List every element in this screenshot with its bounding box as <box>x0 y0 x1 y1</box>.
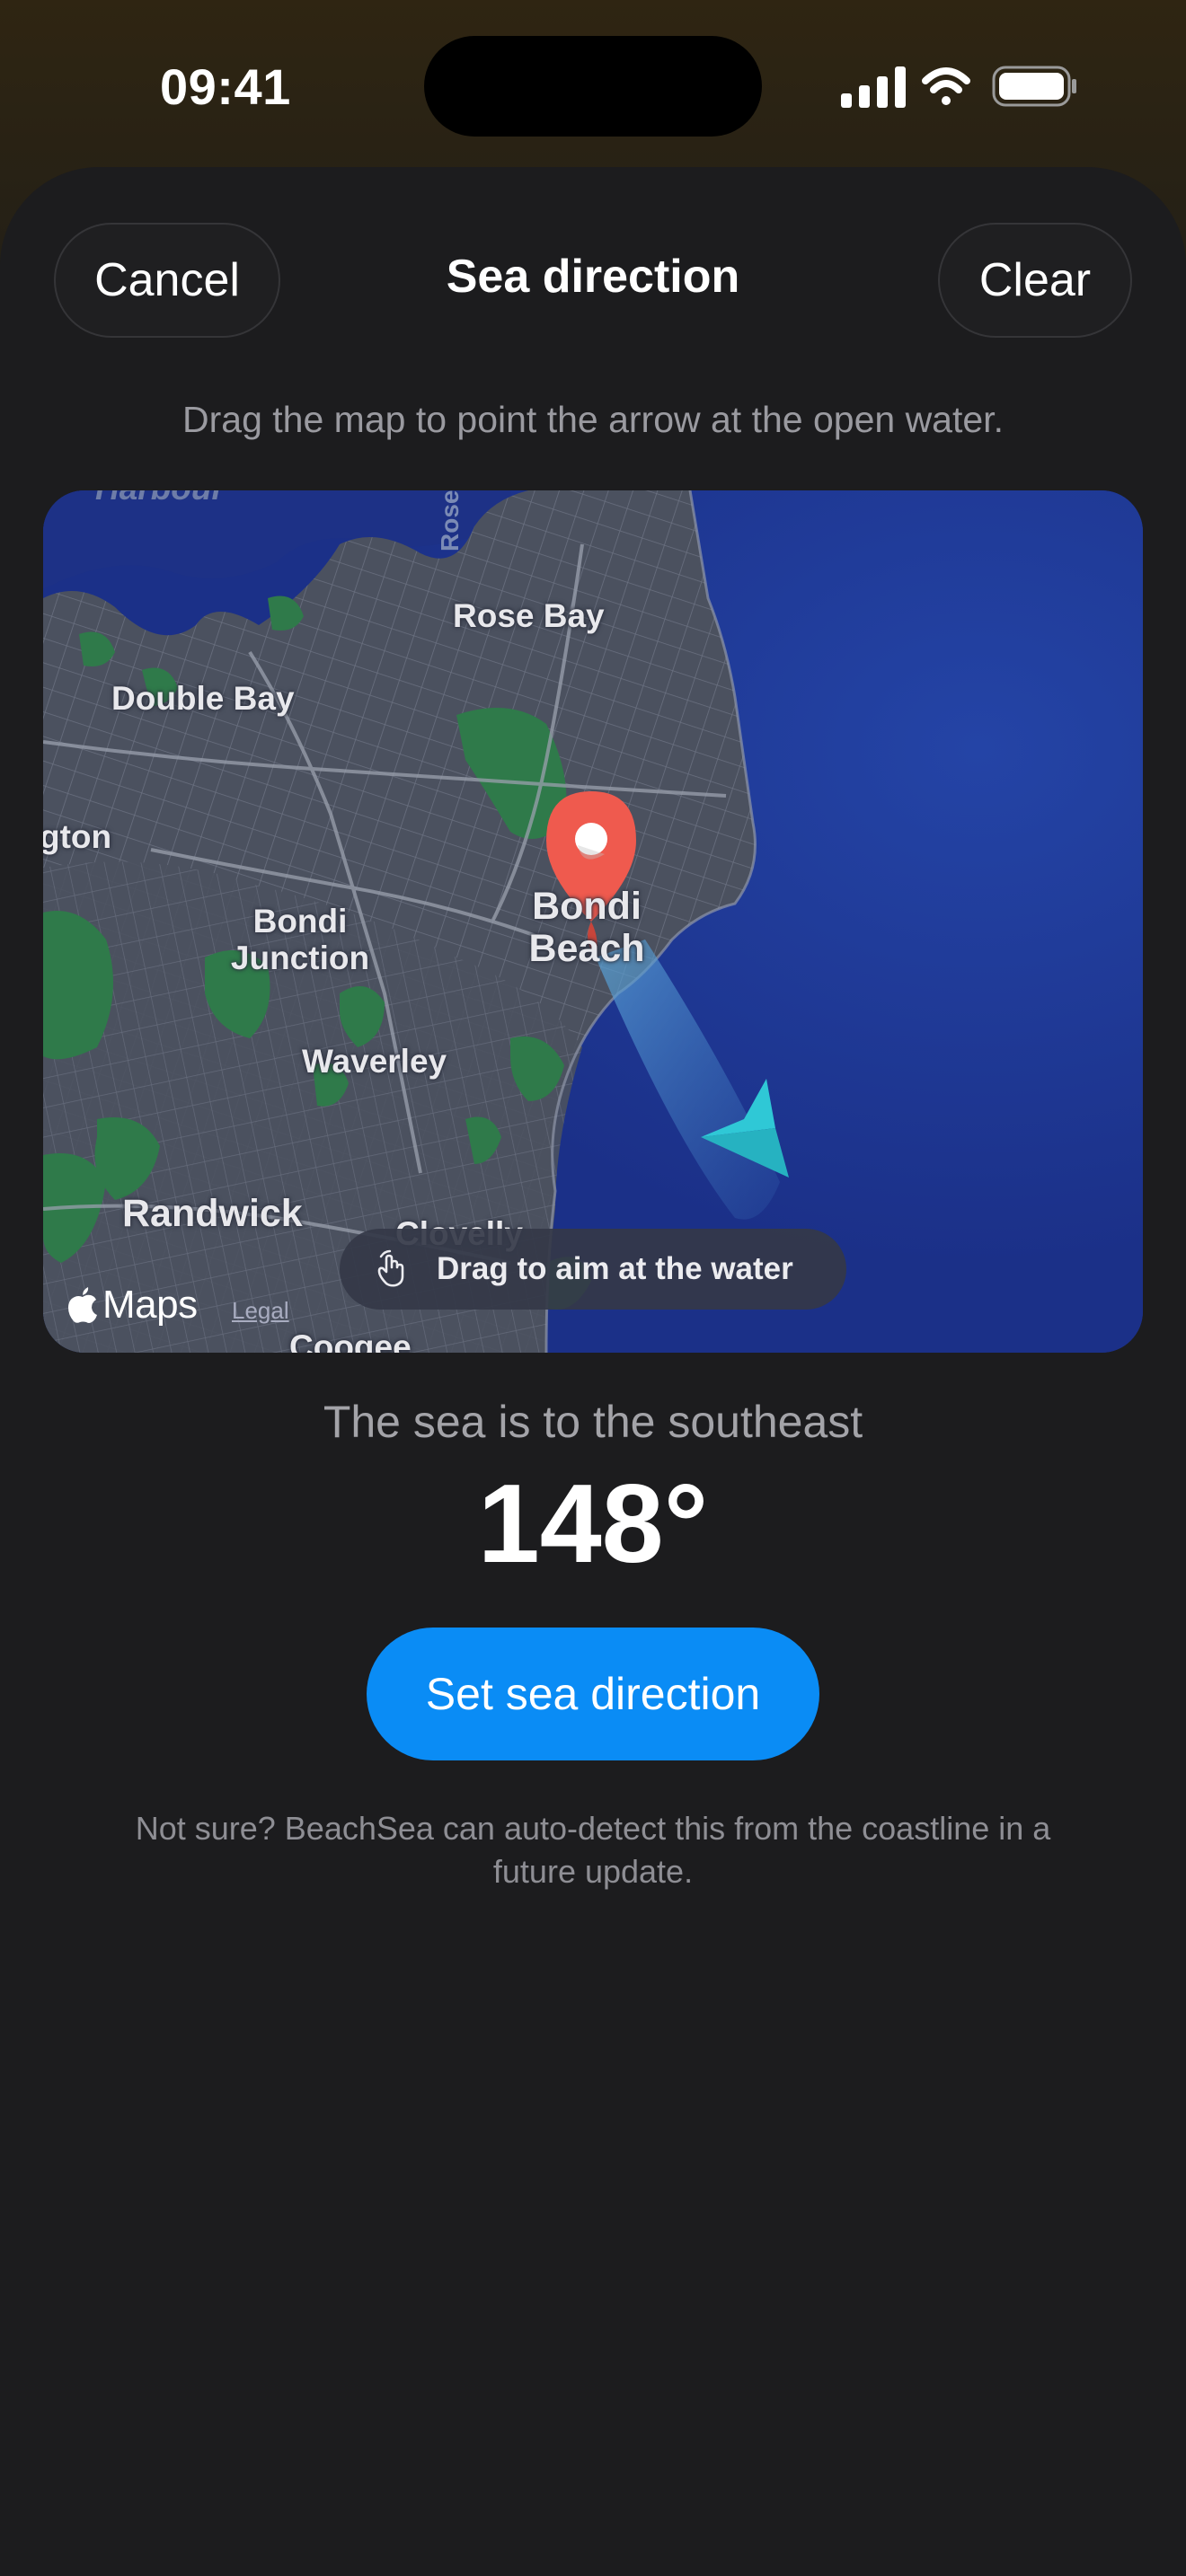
apple-logo-icon <box>68 1287 97 1323</box>
maps-attribution: Maps <box>66 1283 198 1328</box>
sea-direction-sheet: Cancel Sea direction Clear Drag the map … <box>0 167 1186 2576</box>
map-label-harbour: Harbour <box>95 490 225 507</box>
map-label-double-bay: Double Bay <box>111 680 295 717</box>
map-label-rose-road: Rose <box>436 490 464 551</box>
map-view[interactable]: Harbour Rose Rose Bay Double Bay gton Bo… <box>43 490 1143 1353</box>
aim-hint-chip: Drag to aim at the water <box>340 1229 846 1310</box>
direction-description: The sea is to the southeast <box>323 1397 863 1447</box>
status-time: 09:41 <box>160 58 291 115</box>
legal-link[interactable]: Legal <box>232 1297 289 1325</box>
direction-degrees: 148° <box>477 1462 709 1586</box>
battery-icon <box>992 66 1076 107</box>
instruction-text: Drag the map to point the arrow at the o… <box>182 399 1004 440</box>
map-label-randwick: Randwick <box>122 1192 303 1235</box>
map-label-bondi-junction: Bondi Junction <box>230 903 370 976</box>
map-label-edgecliff: gton <box>43 818 112 855</box>
clear-button[interactable]: Clear <box>938 223 1132 338</box>
cellular-signal-icon <box>841 66 906 108</box>
map-label-coogee: Coogee <box>289 1328 412 1353</box>
map-label-waverley: Waverley <box>302 1043 447 1080</box>
status-icons <box>839 63 1082 111</box>
footnote-text: Not sure? BeachSea can auto-detect this … <box>135 1810 1051 1890</box>
map-label-rose-bay: Rose Bay <box>453 597 605 634</box>
hand-drag-icon <box>377 1249 404 1287</box>
dynamic-island <box>424 36 762 137</box>
wifi-icon <box>922 67 970 105</box>
set-sea-direction-button[interactable]: Set sea direction <box>367 1628 819 1760</box>
status-bar: 09:41 <box>0 0 1186 171</box>
maps-brand: Maps <box>102 1283 198 1327</box>
map-label-bondi-beach: Bondi Beach <box>528 885 645 971</box>
aim-hint-text: Drag to aim at the water <box>437 1251 793 1286</box>
